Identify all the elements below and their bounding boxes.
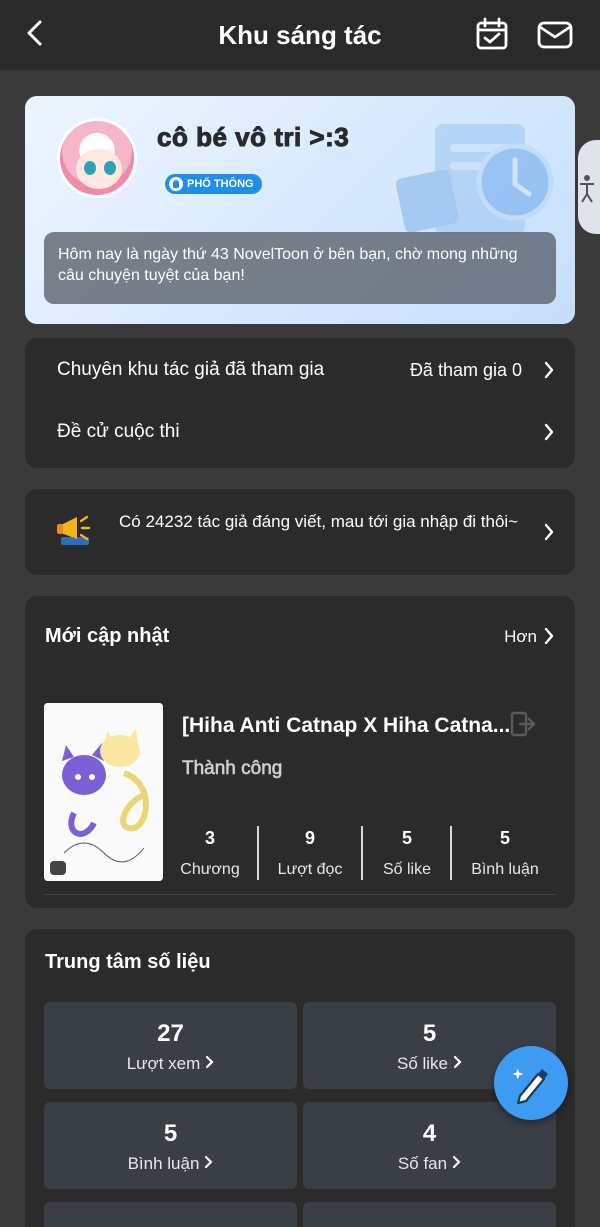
- more-link[interactable]: Hơn: [504, 627, 537, 647]
- chevron-right-icon[interactable]: [543, 626, 555, 646]
- exit-edit-icon[interactable]: [509, 710, 537, 738]
- badge-icon: [169, 177, 183, 191]
- joined-zone-row[interactable]: Chuyên khu tác giả đã tham gia Đã tham g…: [25, 340, 575, 400]
- chevron-right-icon: [544, 423, 554, 441]
- data-center-title: Trung tâm số liệu: [45, 951, 211, 973]
- top-bar: Khu sáng tác: [0, 0, 600, 70]
- accessibility-icon: [580, 175, 594, 203]
- back-chevron-left-icon[interactable]: [18, 16, 54, 52]
- chevron-right-icon: [206, 1055, 214, 1069]
- welcome-message: Hôm nay là ngày thứ 43 NovelToon ở bên b…: [44, 232, 556, 304]
- contest-label: Đề cử cuộc thi: [57, 421, 180, 442]
- mail-icon[interactable]: [536, 18, 574, 52]
- divider: [44, 894, 556, 895]
- pencil-sparkle-icon: [512, 1068, 548, 1105]
- write-fab-button[interactable]: [494, 1046, 568, 1120]
- joined-zone-value: Đã tham gia 0: [409, 359, 522, 380]
- stat-divider: [450, 826, 452, 880]
- story-status: Thành công: [182, 758, 283, 780]
- calendar-check-icon[interactable]: [474, 16, 510, 52]
- chevron-right-icon: [544, 523, 554, 541]
- announcement-text: Có 24232 tác giả đáng viết, mau tới gia …: [119, 512, 519, 531]
- story-title[interactable]: [Hiha Anti Catnap X Hiha Catna...: [182, 714, 510, 738]
- stat-reads: 9 Lượt đọc: [277, 828, 343, 878]
- recent-updates-card: Mới cập nhật Hơn [Hiha Anti Catnap X Hih…: [25, 596, 575, 908]
- chevron-right-icon: [544, 361, 554, 379]
- cover-illustration: [44, 703, 163, 881]
- contest-row[interactable]: Đề cử cuộc thi: [25, 402, 575, 462]
- chevron-right-icon: [205, 1155, 213, 1169]
- joined-zone-label: Chuyên khu tác giả đã tham gia: [57, 359, 325, 380]
- tile-comments[interactable]: 5 Bình luận: [44, 1102, 297, 1189]
- stat-divider: [257, 826, 259, 880]
- page-title: Khu sáng tác: [218, 19, 382, 50]
- stat-likes: 5 Số like: [382, 828, 432, 878]
- author-links-card: Chuyên khu tác giả đã tham gia Đã tham g…: [25, 338, 575, 468]
- chevron-right-icon: [452, 1155, 461, 1169]
- tile-views[interactable]: 27 Lượt xem: [44, 1002, 297, 1089]
- megaphone-icon: [57, 515, 91, 545]
- recent-title: Mới cập nhật: [45, 625, 170, 647]
- data-center-card: Trung tâm số liệu 27 Lượt xem 5 Số like …: [25, 929, 575, 1227]
- avatar[interactable]: [57, 118, 137, 198]
- level-badge: PHỔ THÔNG: [165, 174, 262, 194]
- accessibility-side-tab[interactable]: [578, 140, 600, 234]
- username: cô bé vô tri >:3: [156, 122, 350, 153]
- announcement-banner[interactable]: Có 24232 tác giả đáng viết, mau tới gia …: [25, 489, 575, 575]
- tile-partial[interactable]: [303, 1202, 556, 1227]
- badge-label: PHỔ THÔNG: [187, 178, 254, 190]
- stat-divider: [361, 826, 363, 880]
- chevron-right-icon: [453, 1055, 462, 1069]
- stat-comments: 5 Bình luận: [471, 828, 539, 878]
- clipboard-clock-decoration-icon: [395, 124, 554, 234]
- profile-card: cô bé vô tri >:3 PHỔ THÔNG Hôm nay là ng…: [25, 96, 575, 324]
- story-cover[interactable]: [44, 703, 163, 881]
- stat-chapters: 3 Chương: [180, 828, 240, 878]
- tile-partial[interactable]: [44, 1202, 297, 1227]
